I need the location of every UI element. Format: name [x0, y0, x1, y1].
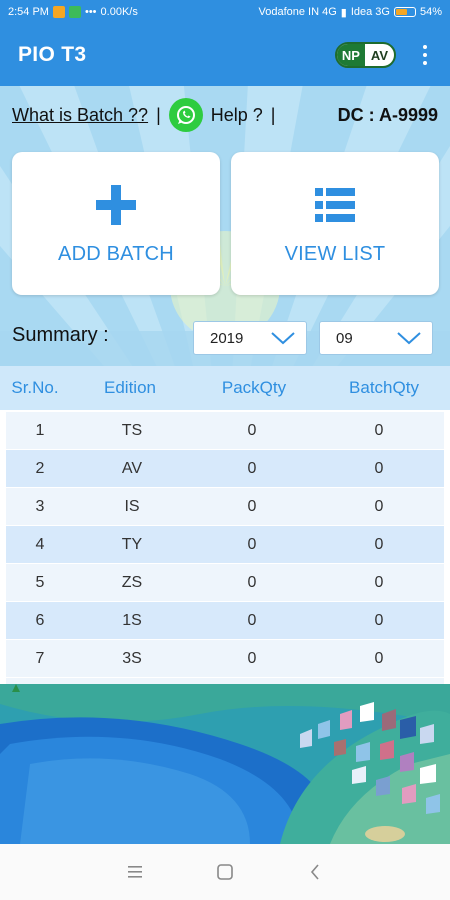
cell-edition: TS	[121, 421, 143, 439]
year-select[interactable]: 2019	[193, 321, 307, 355]
cell-packqty: 0	[247, 497, 257, 515]
cell-edition: IS	[124, 497, 140, 515]
chevron-down-icon	[271, 332, 295, 345]
cell-srno: 3	[35, 497, 45, 515]
back-icon[interactable]	[300, 857, 330, 887]
plus-icon	[96, 181, 136, 229]
signal-icon: ▮	[340, 6, 347, 19]
cell-packqty: 0	[247, 421, 257, 439]
cell-srno: 7	[35, 649, 45, 667]
month-value: 09	[336, 329, 353, 347]
cell-edition: AV	[121, 459, 143, 477]
app-title: PIO T3	[18, 43, 87, 66]
battery-icon	[393, 7, 416, 17]
dc-code: DC : A-9999	[337, 104, 438, 125]
badge-np: NP	[336, 44, 365, 66]
cell-packqty: 0	[247, 611, 257, 629]
battery-percent: 54%	[419, 6, 442, 18]
table-row[interactable]: 1 TS 0 0	[6, 412, 444, 450]
more-vert-icon[interactable]	[418, 43, 432, 67]
whatsapp-icon[interactable]	[168, 98, 203, 132]
summary-table: 1 TS 0 0 2 AV 0 0 3 IS 0 0 4 TY 0 0 5 ZS…	[6, 412, 444, 678]
separator: |	[156, 104, 161, 125]
help-link[interactable]: Help ?	[211, 105, 263, 126]
app-notification-icon	[68, 6, 81, 18]
net-speed: 0.00K/s	[100, 6, 138, 18]
list-icon	[315, 181, 355, 229]
add-batch-button[interactable]: ADD BATCH	[12, 152, 220, 295]
header-srno: Sr.No.	[11, 378, 59, 397]
cell-packqty: 0	[247, 649, 257, 667]
separator: |	[270, 104, 276, 125]
carrier-2: Idea 3G	[350, 6, 390, 18]
cell-batchqty: 0	[374, 611, 384, 629]
cell-batchqty: 0	[374, 421, 384, 439]
view-list-button[interactable]: VIEW LIST	[231, 152, 439, 295]
table-row[interactable]: 7 3S 0 0	[6, 640, 444, 678]
hero-section: What is Batch ?? | Help ? | DC : A-9999 …	[0, 86, 450, 366]
cell-srno: 2	[35, 459, 45, 477]
table-row[interactable]: 6 1S 0 0	[6, 602, 444, 640]
cell-packqty: 0	[247, 535, 257, 553]
view-list-label: VIEW LIST	[284, 243, 386, 265]
cell-srno: 4	[35, 535, 45, 553]
info-row: What is Batch ?? | Help ? | DC : A-9999	[0, 96, 450, 134]
landscape-illustration	[0, 684, 450, 844]
status-dots: •••	[84, 6, 97, 18]
cell-srno: 5	[35, 573, 45, 591]
cell-edition: TY	[121, 535, 143, 553]
table-row[interactable]: 5 ZS 0 0	[6, 564, 444, 602]
summary-row: Summary : 2019 09	[0, 318, 450, 358]
status-time: 2:54 PM	[8, 6, 49, 18]
header-batchqty: BatchQty	[349, 378, 419, 397]
cell-edition: 1S	[122, 611, 142, 629]
menu-icon[interactable]	[120, 857, 150, 887]
cell-batchqty: 0	[374, 459, 384, 477]
header-edition: Edition	[104, 378, 156, 397]
table-header: Sr.No. Edition PackQty BatchQty	[0, 366, 450, 410]
cell-batchqty: 0	[374, 497, 384, 515]
cell-packqty: 0	[247, 573, 257, 591]
system-nav-bar	[0, 844, 450, 900]
year-value: 2019	[210, 329, 244, 347]
cell-srno: 1	[35, 421, 45, 439]
header-packqty: PackQty	[221, 378, 287, 397]
chevron-down-icon	[397, 332, 421, 345]
cell-srno: 6	[35, 611, 45, 629]
edition-badge[interactable]: NP AV	[334, 42, 396, 68]
cell-batchqty: 0	[374, 649, 384, 667]
table-row[interactable]: 3 IS 0 0	[6, 488, 444, 526]
home-icon[interactable]	[210, 857, 240, 887]
what-is-batch-link[interactable]: What is Batch ??	[12, 105, 148, 126]
cell-edition: ZS	[121, 573, 143, 591]
month-select[interactable]: 09	[319, 321, 433, 355]
cell-batchqty: 0	[374, 535, 384, 553]
app-bar: PIO T3 NP AV	[0, 24, 450, 86]
table-row[interactable]: 4 TY 0 0	[6, 526, 444, 564]
status-bar: 2:54 PM ••• 0.00K/s Vodafone IN 4G ▮ Ide…	[0, 0, 450, 24]
notification-icon	[52, 6, 65, 18]
carrier-1: Vodafone IN 4G	[258, 6, 337, 18]
table-row[interactable]: 2 AV 0 0	[6, 450, 444, 488]
add-batch-label: ADD BATCH	[58, 243, 174, 265]
badge-av: AV	[370, 47, 388, 63]
cell-edition: 3S	[122, 649, 142, 667]
cell-batchqty: 0	[374, 573, 384, 591]
summary-label: Summary :	[12, 324, 109, 346]
cell-packqty: 0	[247, 459, 257, 477]
